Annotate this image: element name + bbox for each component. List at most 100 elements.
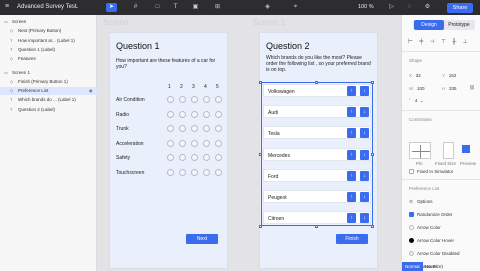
rating-radio[interactable] — [179, 139, 186, 147]
layer-item[interactable]: ◇ Finish (Primary Button 1) — [0, 78, 97, 86]
rating-radio[interactable] — [179, 154, 186, 161]
attribute-label: Acceleration — [116, 140, 144, 147]
layer-item[interactable]: T How important ar... (Label 1) — [0, 37, 97, 45]
y-field[interactable]: Y 152 — [442, 73, 456, 78]
rating-radio[interactable] — [191, 96, 198, 103]
rating-radio[interactable] — [179, 96, 186, 103]
arrow-color-swatch[interactable] — [409, 225, 414, 230]
rating-radio[interactable] — [203, 96, 210, 103]
layer-item[interactable]: T Which brands do ... (Label 1) — [0, 96, 97, 104]
resize-handle[interactable] — [259, 153, 262, 157]
arrow-color-disabled-swatch[interactable] — [409, 251, 414, 256]
rating-radio[interactable] — [167, 125, 174, 132]
text-icon: T — [10, 97, 13, 103]
tab-design[interactable]: Design — [414, 20, 444, 30]
zoom-level[interactable]: 100 % — [358, 4, 374, 10]
next-button[interactable]: Next — [186, 234, 218, 244]
component-tool-icon[interactable]: ⊞ — [212, 3, 223, 12]
cursor-mode-icon[interactable]: ◌ — [404, 3, 415, 12]
randomize-order-checkbox[interactable] — [409, 212, 414, 217]
attribute-label: Safety — [116, 155, 131, 161]
rating-radio[interactable] — [167, 154, 174, 161]
rating-radio[interactable] — [191, 168, 198, 176]
arrow-color-label: Arrow Color — [417, 225, 441, 230]
rating-radio[interactable] — [215, 168, 222, 176]
share-button[interactable]: Share — [447, 3, 473, 13]
rating-radio[interactable] — [179, 125, 186, 132]
state-hover-tab[interactable]: Hover — [422, 262, 440, 271]
layer-item[interactable]: T Question 2 (Label) — [0, 106, 97, 114]
rating-radio[interactable] — [167, 168, 174, 176]
layer-item-label: Which brands do ... (Label 1) — [18, 97, 76, 103]
resize-handle[interactable] — [371, 81, 374, 84]
rating-radio[interactable] — [191, 139, 198, 147]
scale-number: 1 — [168, 84, 171, 90]
rectangle-tool-icon[interactable]: □ — [152, 3, 163, 12]
h-field[interactable]: H 335 — [442, 86, 457, 91]
text-tool-icon[interactable]: T — [170, 3, 181, 12]
screen-question-2[interactable]: Question 2 Which brands do you like the … — [259, 32, 378, 269]
resize-handle[interactable] — [259, 225, 262, 229]
resize-handle[interactable] — [371, 153, 374, 157]
tab-prototype[interactable]: Prototype — [444, 20, 474, 30]
canvas[interactable]: Screen Screen 1 Question 1 How important… — [97, 15, 401, 271]
rating-radio[interactable] — [179, 168, 186, 176]
rating-radio[interactable] — [179, 110, 186, 118]
w-field[interactable]: W 100 — [409, 86, 425, 91]
fixed-size-widget[interactable] — [443, 142, 454, 159]
inspector-tabs: Design Prototype — [413, 20, 475, 30]
state-normal-tab[interactable]: Normal — [402, 262, 423, 271]
rating-radio[interactable] — [215, 139, 222, 147]
rating-radio[interactable] — [215, 96, 222, 103]
rating-radio[interactable] — [203, 168, 210, 176]
rating-radio[interactable] — [167, 110, 174, 118]
h-key: H — [442, 86, 446, 91]
layer-item[interactable]: ▭ Screen — [0, 18, 97, 26]
rating-radio[interactable] — [203, 154, 210, 161]
layer-item[interactable]: ◇ Next (Primary Button) — [0, 27, 97, 35]
rating-radio[interactable] — [167, 96, 174, 103]
rating-radio[interactable] — [215, 125, 222, 132]
radius-field[interactable]: ⌜ 4 ⌄ — [409, 98, 424, 104]
rating-radio[interactable] — [167, 139, 174, 147]
image-tool-icon[interactable]: ▣ — [190, 3, 201, 12]
prototype-tool-icon[interactable]: ⌖ — [290, 3, 301, 12]
fixed-size-label: Fixed Size — [435, 161, 457, 166]
menu-icon[interactable]: ≡ — [5, 3, 11, 11]
rating-radio[interactable] — [215, 110, 222, 118]
settings-icon[interactable]: ⚙ — [422, 3, 433, 12]
resize-handle[interactable] — [315, 225, 318, 229]
select-tool-icon[interactable]: ➤ — [106, 3, 117, 12]
resize-handle[interactable] — [315, 81, 318, 84]
rating-radio[interactable] — [191, 154, 198, 161]
rating-radio[interactable] — [203, 110, 210, 118]
rating-radio[interactable] — [191, 125, 198, 132]
pin-constraint-widget[interactable] — [409, 142, 431, 159]
rating-radio[interactable] — [203, 139, 210, 147]
eye-icon[interactable]: ◉ — [89, 87, 93, 95]
preview-tool-icon[interactable]: ◈ — [262, 3, 273, 12]
rating-radio[interactable] — [191, 110, 198, 118]
arrow-color-hover-swatch[interactable] — [409, 238, 414, 243]
finish-button[interactable]: Finish — [336, 234, 368, 244]
layer-item[interactable]: ◇ Features — [0, 55, 97, 63]
alignment-toolbar[interactable]: ⊢ ╪ ⊣ ⊤ ╫ ⊥ — [408, 39, 478, 47]
layer-item[interactable]: ▭ Screen 1 — [0, 69, 97, 77]
chevron-down-icon[interactable]: ⌄ — [75, 4, 79, 10]
frame-tool-icon[interactable]: # — [130, 3, 141, 12]
component-icon: ◇ — [10, 78, 14, 84]
layer-item[interactable]: ◇ Preference List ◉ — [0, 87, 97, 96]
project-title[interactable]: Advanced Survey Test — [17, 4, 77, 10]
resize-handle[interactable] — [371, 225, 374, 229]
text-icon: T — [10, 37, 13, 43]
rating-radio[interactable] — [203, 125, 210, 132]
resize-handle[interactable] — [259, 81, 262, 84]
rating-radio[interactable] — [215, 154, 222, 161]
chevron-down-icon[interactable]: ⌄ — [420, 98, 424, 103]
play-icon[interactable]: ▷ — [386, 3, 397, 12]
screen-question-1[interactable]: Question 1 How important are these featu… — [109, 32, 228, 269]
link-proportions-icon[interactable]: ⛓ — [469, 85, 475, 91]
layer-item[interactable]: T Question 1 (Label) — [0, 46, 97, 54]
fixed-in-simulator-checkbox[interactable] — [409, 169, 414, 174]
x-field[interactable]: X 32 — [409, 73, 421, 78]
